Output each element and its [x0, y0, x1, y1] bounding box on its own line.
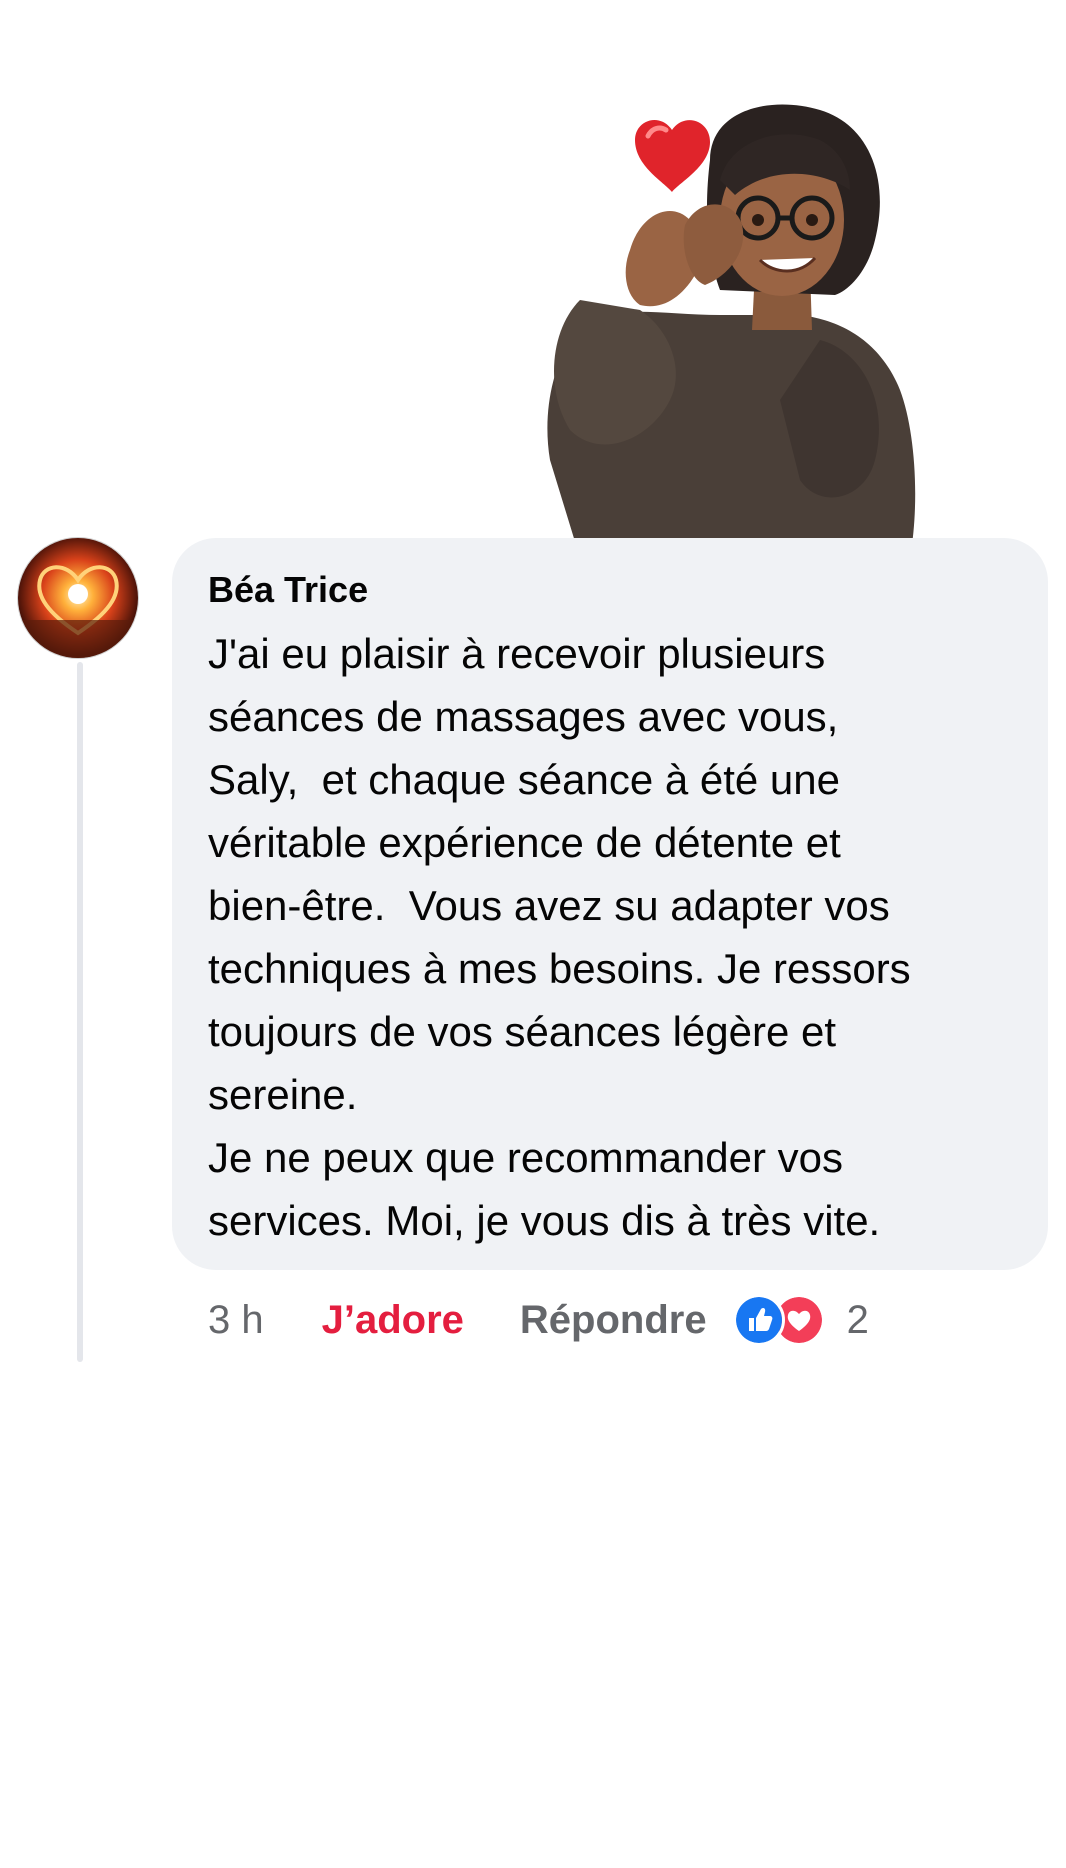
comment-actions: 3 h J’adore Répondre 2	[208, 1290, 869, 1350]
reaction-count: 2	[846, 1297, 869, 1342]
thread-line	[77, 662, 83, 1362]
comment-timestamp[interactable]: 3 h	[208, 1298, 264, 1343]
profile-avatar[interactable]	[18, 538, 138, 658]
reply-button[interactable]: Répondre	[520, 1298, 707, 1343]
reactions-summary[interactable]: 2	[732, 1294, 869, 1346]
like-icon	[732, 1294, 785, 1346]
avatar-sticker	[520, 100, 940, 558]
comment-line: services. Moi, je vous dis à très vite.	[208, 1197, 881, 1244]
comment-line: sereine.	[208, 1071, 358, 1118]
comment-line: J'ai eu plaisir à recevoir plusieurs	[208, 630, 826, 677]
comment-author[interactable]: Béa Trice	[208, 568, 1008, 612]
comment-line: Saly, et chaque séance à été une	[208, 756, 841, 803]
comment-line: séances de massages avec vous,	[208, 693, 839, 740]
comment-text: J'ai eu plaisir à recevoir plusieurs séa…	[208, 622, 1008, 1252]
comment-bubble: Béa Trice J'ai eu plaisir à recevoir plu…	[172, 538, 1048, 1270]
comment-line: véritable expérience de détente et	[208, 819, 841, 866]
comment-line: toujours de vos séances légère et	[208, 1008, 837, 1055]
comment-line: Je ne peux que recommander vos	[208, 1134, 844, 1181]
love-button[interactable]: J’adore	[322, 1298, 464, 1343]
comment-line: bien-être. Vous avez su adapter vos	[208, 882, 890, 929]
comment-line: techniques à mes besoins. Je ressors	[208, 945, 911, 992]
